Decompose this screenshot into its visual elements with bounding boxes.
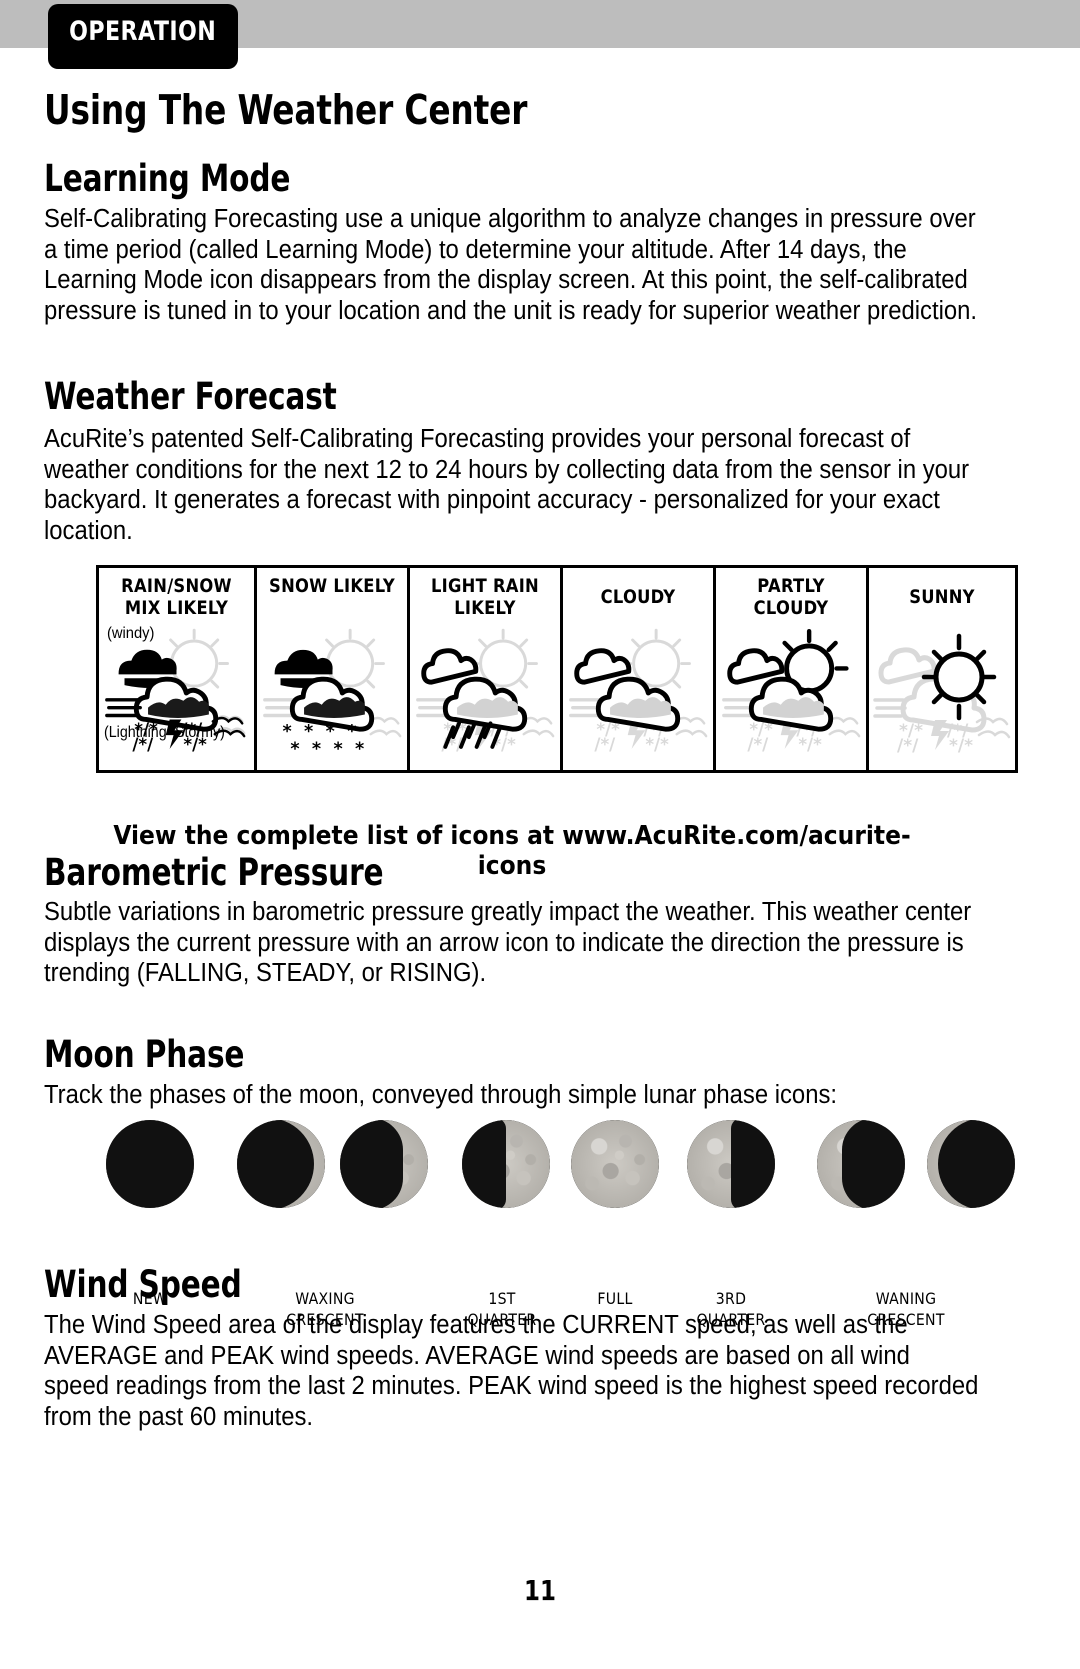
- svg-text:/*/: /*/: [897, 736, 919, 756]
- forecast-cell-light-rain-likely: LIGHT RAIN LIKELY /*/ */*: [410, 568, 563, 770]
- moon-phase-row: [52, 1120, 1015, 1215]
- waning-crescent-2-moon-icon: [927, 1120, 1015, 1208]
- page-number: 11: [524, 1574, 556, 1607]
- waxing-crescent-2-moon-icon: [340, 1120, 428, 1208]
- page-title: Using The Weather Center: [44, 86, 528, 134]
- forecast-cell-rain-snow-mix: RAIN/SNOW MIX LIKELY (windy) */* /*/ /*/…: [99, 568, 257, 770]
- svg-text:*: *: [355, 740, 364, 760]
- paragraph-moon-phase: Track the phases of the moon, conveyed t…: [44, 1081, 837, 1109]
- svg-text:*: *: [333, 740, 342, 760]
- snow-likely-icon: * * * * * * * *: [257, 616, 407, 766]
- forecast-cell-title: SUNNY: [909, 586, 975, 608]
- paragraph-wind-speed: The Wind Speed area of the display featu…: [44, 1311, 979, 1431]
- heading-wind-speed: Wind Speed: [44, 1263, 242, 1306]
- waxing-crescent-moon-icon: [237, 1120, 325, 1208]
- paragraph-weather-forecast: AcuRite’s patented Self-Calibrating Fore…: [44, 425, 970, 545]
- forecast-icon-table: RAIN/SNOW MIX LIKELY (windy) */* /*/ /*/…: [96, 565, 1018, 773]
- sunny-icon: */*/*/ /*/*/*: [869, 616, 1015, 766]
- first-quarter-moon-icon: [462, 1120, 550, 1208]
- light-rain-likely-icon: */*/*/ /*/*/*: [410, 616, 560, 766]
- forecast-cell-title: PARTLY CLOUDY: [753, 575, 829, 619]
- forecast-cell-title: CLOUDY: [600, 586, 676, 608]
- forecast-cell-title: SNOW LIKELY: [269, 575, 395, 597]
- forecast-cell-sunny: SUNNY */*/*/ /*/*/*: [869, 568, 1015, 770]
- svg-text:*/*: */*: [949, 736, 973, 756]
- section-tab-operation: OPERATION: [48, 4, 238, 69]
- forecast-cell-title: RAIN/SNOW MIX LIKELY: [121, 575, 232, 619]
- partly-cloudy-icon: */*/*/ /*/*/*: [716, 616, 866, 766]
- cloudy-icon: */*/*/ /*/*/*: [563, 616, 713, 766]
- rain-snow-mix-windy-icon: */* /*/ /*/ */*: [99, 616, 254, 766]
- heading-moon-phase: Moon Phase: [44, 1033, 245, 1076]
- forecast-cell-partly-cloudy: PARTLY CLOUDY */*/*/ /*/*/*: [716, 568, 869, 770]
- svg-text:*: *: [290, 740, 299, 760]
- svg-text:/*/: /*/: [747, 735, 769, 754]
- forecast-cell-note-stormy: (Lightning=Stormy): [104, 724, 225, 741]
- forecast-cell-cloudy: CLOUDY */* /*/ */*: [563, 568, 716, 770]
- section-tab-label: OPERATION: [69, 16, 217, 47]
- paragraph-barometric-pressure: Subtle variations in barometric pressure…: [44, 898, 972, 987]
- waning-crescent-moon-icon: [817, 1120, 905, 1208]
- moon-phase-label: FULL: [597, 1289, 633, 1308]
- new-moon-icon: [106, 1120, 194, 1208]
- svg-text:*/*: */*: [645, 735, 669, 754]
- svg-text:*/*: */*: [798, 735, 822, 754]
- paragraph-learning-mode: Self-Calibrating Forecasting use a uniqu…: [44, 205, 978, 325]
- full-moon-icon: [571, 1120, 659, 1208]
- svg-text:/*/: /*/: [594, 735, 616, 754]
- heading-barometric-pressure: Barometric Pressure: [44, 851, 384, 894]
- heading-weather-forecast: Weather Forecast: [44, 375, 337, 418]
- forecast-cell-snow-likely: SNOW LIKELY * * * * * * * *: [257, 568, 410, 770]
- heading-learning-mode: Learning Mode: [44, 157, 291, 200]
- forecast-cell-title: LIGHT RAIN LIKELY: [431, 575, 539, 619]
- svg-text:*: *: [312, 740, 321, 760]
- third-quarter-moon-icon: [687, 1120, 775, 1208]
